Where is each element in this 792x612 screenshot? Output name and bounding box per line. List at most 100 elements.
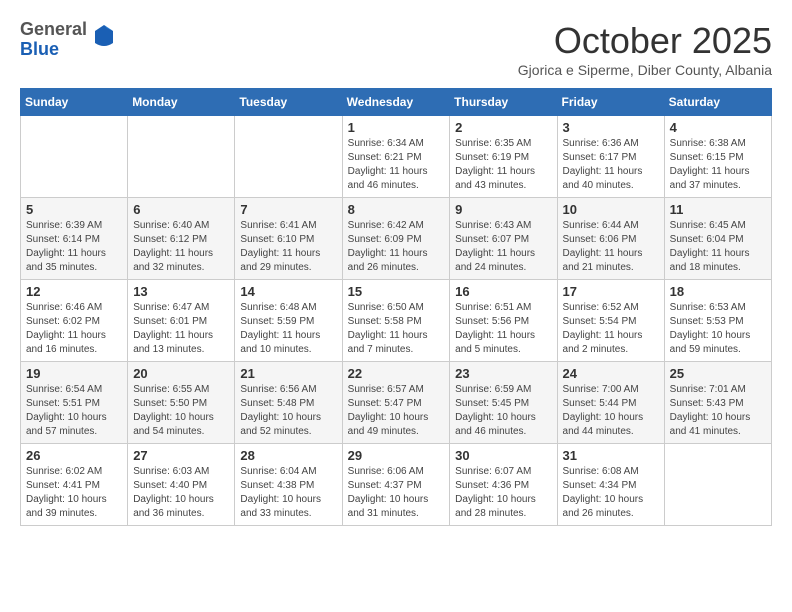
calendar-cell: 5Sunrise: 6:39 AM Sunset: 6:14 PM Daylig… <box>21 198 128 280</box>
page-header: General Blue October 2025 Gjorica e Sipe… <box>20 20 772 78</box>
day-info: Sunrise: 6:04 AM Sunset: 4:38 PM Dayligh… <box>240 465 336 521</box>
calendar-cell <box>128 116 235 198</box>
day-number: 15 <box>348 284 445 299</box>
day-number: 1 <box>348 120 445 135</box>
calendar-cell: 11Sunrise: 6:45 AM Sunset: 6:04 PM Dayli… <box>664 198 771 280</box>
calendar-header-row: SundayMondayTuesdayWednesdayThursdayFrid… <box>21 89 772 116</box>
day-info: Sunrise: 6:02 AM Sunset: 4:41 PM Dayligh… <box>26 465 122 521</box>
calendar-cell <box>21 116 128 198</box>
calendar-cell <box>235 116 342 198</box>
calendar-cell: 18 Sunrise: 6:53 AM Sunset: 5:53 PM Dayli… <box>664 280 771 362</box>
day-info: Sunrise: 6:48 AM Sunset: 5:59 PM Dayligh… <box>240 301 336 357</box>
day-number: 25 <box>670 366 766 381</box>
day-info: Sunrise: 6:51 AM Sunset: 5:56 PM Dayligh… <box>455 301 551 357</box>
calendar-cell: 24 Sunrise: 7:00 AM Sunset: 5:44 PM Dayli… <box>557 362 664 444</box>
calendar-cell: 21Sunrise: 6:56 AM Sunset: 5:48 PM Dayli… <box>235 362 342 444</box>
calendar-cell: 1 Sunrise: 6:34 AM Sunset: 6:21 PM Daylig… <box>342 116 450 198</box>
day-number: 9 <box>455 202 551 217</box>
day-info: Sunrise: 6:55 AM Sunset: 5:50 PM Dayligh… <box>133 383 229 439</box>
day-info: Sunrise: 6:54 AM Sunset: 5:51 PM Dayligh… <box>26 383 122 439</box>
day-number: 10 <box>563 202 659 217</box>
day-info: Sunrise: 6:07 AM Sunset: 4:36 PM Dayligh… <box>455 465 551 521</box>
day-info: Sunrise: 7:00 AM Sunset: 5:44 PM Dayligh… <box>563 383 659 439</box>
calendar-week-row: 26 Sunrise: 6:02 AM Sunset: 4:41 PM Dayli… <box>21 444 772 526</box>
calendar-cell: 14 Sunrise: 6:48 AM Sunset: 5:59 PM Dayli… <box>235 280 342 362</box>
day-number: 27 <box>133 448 229 463</box>
logo: General Blue <box>20 20 115 60</box>
day-info: Sunrise: 6:53 AM Sunset: 5:53 PM Dayligh… <box>670 301 766 357</box>
logo-icon <box>93 23 115 56</box>
day-number: 31 <box>563 448 659 463</box>
logo-general: General <box>20 20 87 40</box>
day-info: Sunrise: 6:36 AM Sunset: 6:17 PM Dayligh… <box>563 137 659 193</box>
day-info: Sunrise: 6:06 AM Sunset: 4:37 PM Dayligh… <box>348 465 445 521</box>
day-number: 20 <box>133 366 229 381</box>
day-info: Sunrise: 6:57 AM Sunset: 5:47 PM Dayligh… <box>348 383 445 439</box>
calendar-cell: 3 Sunrise: 6:36 AM Sunset: 6:17 PM Daylig… <box>557 116 664 198</box>
day-number: 17 <box>563 284 659 299</box>
calendar-cell: 7 Sunrise: 6:41 AM Sunset: 6:10 PM Daylig… <box>235 198 342 280</box>
title-block: October 2025 Gjorica e Siperme, Diber Co… <box>518 20 772 78</box>
day-number: 18 <box>670 284 766 299</box>
day-number: 28 <box>240 448 336 463</box>
day-number: 6 <box>133 202 229 217</box>
calendar-cell: 6 Sunrise: 6:40 AM Sunset: 6:12 PM Daylig… <box>128 198 235 280</box>
calendar-cell: 25 Sunrise: 7:01 AM Sunset: 5:43 PM Dayli… <box>664 362 771 444</box>
calendar-cell: 31 Sunrise: 6:08 AM Sunset: 4:34 PM Dayli… <box>557 444 664 526</box>
calendar-cell: 27 Sunrise: 6:03 AM Sunset: 4:40 PM Dayli… <box>128 444 235 526</box>
day-info: Sunrise: 6:08 AM Sunset: 4:34 PM Dayligh… <box>563 465 659 521</box>
day-info: Sunrise: 6:35 AM Sunset: 6:19 PM Dayligh… <box>455 137 551 193</box>
calendar-table: SundayMondayTuesdayWednesdayThursdayFrid… <box>20 88 772 526</box>
calendar-week-row: 12Sunrise: 6:46 AM Sunset: 6:02 PM Dayli… <box>21 280 772 362</box>
calendar-cell: 29Sunrise: 6:06 AM Sunset: 4:37 PM Dayli… <box>342 444 450 526</box>
calendar-cell: 2Sunrise: 6:35 AM Sunset: 6:19 PM Daylig… <box>450 116 557 198</box>
calendar-cell: 10 Sunrise: 6:44 AM Sunset: 6:06 PM Dayli… <box>557 198 664 280</box>
location-subtitle: Gjorica e Siperme, Diber County, Albania <box>518 62 772 78</box>
calendar-week-row: 1 Sunrise: 6:34 AM Sunset: 6:21 PM Daylig… <box>21 116 772 198</box>
calendar-cell: 8Sunrise: 6:42 AM Sunset: 6:09 PM Daylig… <box>342 198 450 280</box>
calendar-cell: 22 Sunrise: 6:57 AM Sunset: 5:47 PM Dayli… <box>342 362 450 444</box>
day-number: 13 <box>133 284 229 299</box>
calendar-cell: 20 Sunrise: 6:55 AM Sunset: 5:50 PM Dayli… <box>128 362 235 444</box>
day-number: 4 <box>670 120 766 135</box>
calendar-cell: 28 Sunrise: 6:04 AM Sunset: 4:38 PM Dayli… <box>235 444 342 526</box>
header-tuesday: Tuesday <box>235 89 342 116</box>
day-number: 14 <box>240 284 336 299</box>
day-info: Sunrise: 6:34 AM Sunset: 6:21 PM Dayligh… <box>348 137 445 193</box>
header-thursday: Thursday <box>450 89 557 116</box>
day-info: Sunrise: 6:59 AM Sunset: 5:45 PM Dayligh… <box>455 383 551 439</box>
day-info: Sunrise: 6:41 AM Sunset: 6:10 PM Dayligh… <box>240 219 336 275</box>
day-number: 26 <box>26 448 122 463</box>
day-info: Sunrise: 6:03 AM Sunset: 4:40 PM Dayligh… <box>133 465 229 521</box>
logo-blue: Blue <box>20 40 87 60</box>
day-number: 23 <box>455 366 551 381</box>
day-info: Sunrise: 6:44 AM Sunset: 6:06 PM Dayligh… <box>563 219 659 275</box>
day-info: Sunrise: 6:50 AM Sunset: 5:58 PM Dayligh… <box>348 301 445 357</box>
calendar-cell: 23 Sunrise: 6:59 AM Sunset: 5:45 PM Dayli… <box>450 362 557 444</box>
day-info: Sunrise: 6:56 AM Sunset: 5:48 PM Dayligh… <box>240 383 336 439</box>
day-info: Sunrise: 6:42 AM Sunset: 6:09 PM Dayligh… <box>348 219 445 275</box>
day-number: 3 <box>563 120 659 135</box>
day-number: 7 <box>240 202 336 217</box>
calendar-cell: 17Sunrise: 6:52 AM Sunset: 5:54 PM Dayli… <box>557 280 664 362</box>
day-info: Sunrise: 6:46 AM Sunset: 6:02 PM Dayligh… <box>26 301 122 357</box>
day-number: 30 <box>455 448 551 463</box>
calendar-cell: 19Sunrise: 6:54 AM Sunset: 5:51 PM Dayli… <box>21 362 128 444</box>
day-info: Sunrise: 6:45 AM Sunset: 6:04 PM Dayligh… <box>670 219 766 275</box>
day-number: 22 <box>348 366 445 381</box>
calendar-week-row: 5Sunrise: 6:39 AM Sunset: 6:14 PM Daylig… <box>21 198 772 280</box>
day-info: Sunrise: 6:40 AM Sunset: 6:12 PM Dayligh… <box>133 219 229 275</box>
day-info: Sunrise: 7:01 AM Sunset: 5:43 PM Dayligh… <box>670 383 766 439</box>
calendar-cell: 9 Sunrise: 6:43 AM Sunset: 6:07 PM Daylig… <box>450 198 557 280</box>
day-info: Sunrise: 6:39 AM Sunset: 6:14 PM Dayligh… <box>26 219 122 275</box>
month-title: October 2025 <box>518 20 772 62</box>
day-info: Sunrise: 6:38 AM Sunset: 6:15 PM Dayligh… <box>670 137 766 193</box>
calendar-cell: 30 Sunrise: 6:07 AM Sunset: 4:36 PM Dayli… <box>450 444 557 526</box>
day-info: Sunrise: 6:43 AM Sunset: 6:07 PM Dayligh… <box>455 219 551 275</box>
header-saturday: Saturday <box>664 89 771 116</box>
calendar-cell: 15 Sunrise: 6:50 AM Sunset: 5:58 PM Dayli… <box>342 280 450 362</box>
day-number: 16 <box>455 284 551 299</box>
header-monday: Monday <box>128 89 235 116</box>
calendar-cell: 12Sunrise: 6:46 AM Sunset: 6:02 PM Dayli… <box>21 280 128 362</box>
day-number: 24 <box>563 366 659 381</box>
